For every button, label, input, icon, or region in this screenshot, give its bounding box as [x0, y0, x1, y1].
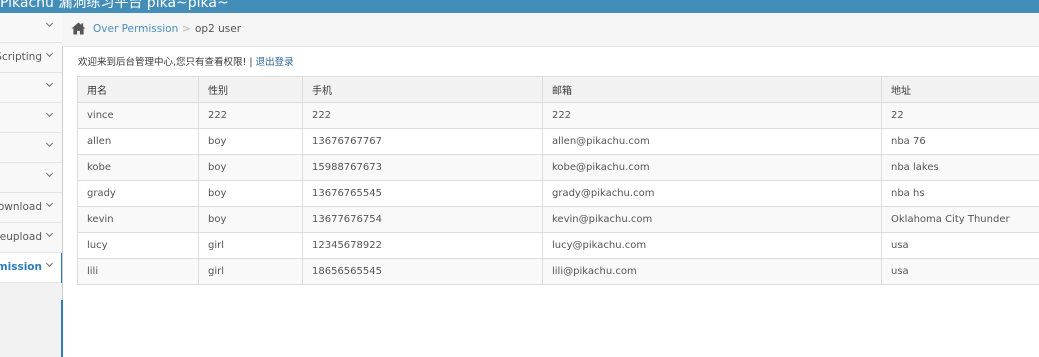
cell-phone: 13676765545	[302, 180, 543, 207]
cell-email: lili@pikachu.com	[542, 258, 882, 285]
table-row: kobe boy 15988767673 kobe@pikachu.com nb…	[77, 154, 1039, 181]
sidebar-item-label: Cross-Site Scripting	[0, 51, 42, 63]
welcome-message: 欢迎来到后台管理中心,您只有查看权限! | 退出登录	[78, 54, 294, 68]
cell-address: nba lakes	[881, 154, 1039, 181]
cell-email: lucy@pikachu.com	[542, 232, 882, 259]
cell-gender: girl	[198, 258, 303, 285]
cell-username: grady	[77, 180, 199, 207]
cell-phone: 15988767673	[302, 154, 543, 181]
cell-gender: boy	[198, 206, 303, 233]
sidebar-item-2[interactable]	[0, 73, 62, 103]
sidebar-item-label: Unsafe Fileupload	[0, 231, 42, 243]
chevron-down-icon	[45, 172, 54, 178]
cell-email: kobe@pikachu.com	[542, 154, 882, 181]
cell-phone: 13676767767	[302, 128, 543, 155]
app-title: Pikachu 漏洞练习平台 pika~pika~	[0, 0, 229, 11]
top-navbar: Pikachu 漏洞练习平台 pika~pika~	[0, 0, 1039, 13]
chevron-down-icon	[45, 262, 54, 268]
cell-gender: girl	[198, 232, 303, 259]
cell-address: Oklahoma City Thunder	[881, 206, 1039, 233]
chevron-down-icon	[45, 142, 54, 148]
cell-username: kobe	[77, 154, 199, 181]
cell-address: usa	[881, 232, 1039, 259]
cell-phone: 18656565545	[302, 258, 543, 285]
logout-link[interactable]: 退出登录	[256, 57, 294, 68]
breadcrumb-parent-link[interactable]: Over Permission	[93, 23, 178, 35]
table-row: lili girl 18656565545 lili@pikachu.com u…	[77, 258, 1039, 285]
chevron-down-icon	[45, 202, 54, 208]
column-header-address: 地址	[881, 76, 1039, 103]
column-header-phone: 手机	[302, 76, 543, 103]
sidebar-active-indicator	[61, 300, 63, 357]
cell-email: grady@pikachu.com	[542, 180, 882, 207]
breadcrumb-separator: >	[182, 23, 191, 35]
table-row: allen boy 13676767767 allen@pikachu.com …	[77, 128, 1039, 155]
sidebar-item-label: Unsafe Filedownload	[0, 201, 42, 213]
breadcrumb-current: op2 user	[195, 23, 242, 35]
cell-gender: boy	[198, 180, 303, 207]
column-header-gender: 性别	[198, 76, 303, 103]
cell-address: usa	[881, 258, 1039, 285]
sidebar-item-xss[interactable]: Cross-Site Scripting	[0, 43, 62, 73]
home-icon[interactable]	[71, 22, 86, 35]
cell-username: lili	[77, 258, 199, 285]
column-header-username: 用名	[77, 76, 199, 103]
welcome-text: 欢迎来到后台管理中心,您只有查看权限! |	[78, 57, 256, 68]
cell-gender: boy	[198, 154, 303, 181]
table-row: vince 222 222 222 22	[77, 102, 1039, 129]
chevron-down-icon	[45, 22, 54, 28]
cell-username: vince	[77, 102, 199, 129]
column-header-email: 邮箱	[542, 76, 882, 103]
cell-phone: 222	[302, 102, 543, 129]
cell-email: 222	[542, 102, 882, 129]
sidebar-item-3[interactable]	[0, 103, 62, 133]
cell-gender: 222	[198, 102, 303, 129]
cell-phone: 13677676754	[302, 206, 543, 233]
cell-username: kevin	[77, 206, 199, 233]
cell-phone: 12345678922	[302, 232, 543, 259]
table-header-row: 用名 性别 手机 邮箱 地址	[77, 76, 1039, 103]
chevron-down-icon	[45, 82, 54, 88]
chevron-down-icon	[45, 112, 54, 118]
sidebar-item-5[interactable]	[0, 163, 62, 193]
sidebar-item-4[interactable]	[0, 133, 62, 163]
chevron-down-icon	[45, 232, 54, 238]
cell-username: lucy	[77, 232, 199, 259]
breadcrumb: Over Permission > op2 user	[62, 13, 1039, 47]
cell-address: 22	[881, 102, 1039, 129]
sidebar-item-over-permission[interactable]: Over Permission	[0, 253, 62, 283]
table-row: kevin boy 13677676754 kevin@pikachu.com …	[77, 206, 1039, 233]
table-row: lucy girl 12345678922 lucy@pikachu.com u…	[77, 232, 1039, 259]
chevron-down-icon	[45, 52, 54, 58]
cell-email: kevin@pikachu.com	[542, 206, 882, 233]
cell-address: nba hs	[881, 180, 1039, 207]
cell-email: allen@pikachu.com	[542, 128, 882, 155]
sidebar-item-0[interactable]	[0, 13, 62, 43]
cell-username: allen	[77, 128, 199, 155]
cell-gender: boy	[198, 128, 303, 155]
users-table: 用名 性别 手机 邮箱 地址 vince 222 222 222 22 alle…	[77, 76, 1039, 285]
sidebar: Cross-Site Scripting Unsafe Filedownload…	[0, 13, 63, 357]
sidebar-item-fileupload[interactable]: Unsafe Fileupload	[0, 223, 62, 253]
sidebar-item-filedownload[interactable]: Unsafe Filedownload	[0, 193, 62, 223]
cell-address: nba 76	[881, 128, 1039, 155]
sidebar-item-label: Over Permission	[0, 261, 42, 273]
table-row: grady boy 13676765545 grady@pikachu.com …	[77, 180, 1039, 207]
